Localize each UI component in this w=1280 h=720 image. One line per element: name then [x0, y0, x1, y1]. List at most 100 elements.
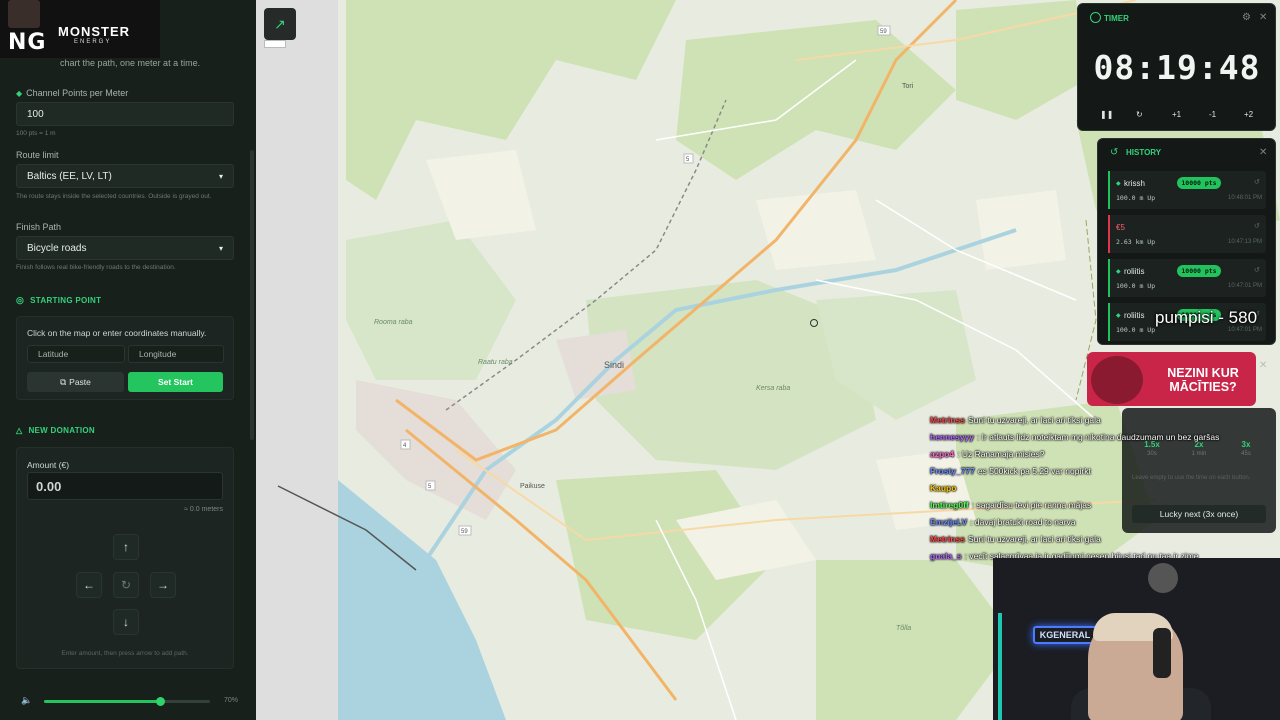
chat-username: Kaupo: [930, 483, 957, 493]
arrow-down-button[interactable]: ↓: [113, 609, 139, 635]
volume-percent: 70%: [224, 697, 239, 704]
multiplier-option[interactable]: 2x 1 min: [1179, 440, 1219, 457]
longitude-input[interactable]: Longitude: [128, 345, 224, 363]
new-donation-title: NEW DONATION: [28, 426, 96, 435]
starting-point-hint: Click on the map or enter coordinates ma…: [27, 328, 207, 338]
multiplier-options-panel: 1.5x 30s 2x 1 min 3x 45s Leave empty to …: [1122, 408, 1276, 533]
reset-button[interactable]: ↻: [113, 572, 139, 598]
finish-path-value: Bicycle roads: [27, 242, 87, 254]
headset-icon: [1153, 628, 1171, 678]
chat-message: Metrinss Suni tu uzvareji, ar laci ari ti…: [930, 415, 1101, 425]
plus-two-button[interactable]: +2: [1244, 110, 1253, 119]
reset-timer-button[interactable]: ↻: [1136, 110, 1143, 119]
history-row-bar: [1108, 215, 1110, 253]
undo-icon[interactable]: ↺: [1254, 222, 1260, 230]
history-row-sub: 100.0 m Up: [1116, 326, 1156, 334]
timer-widget: TIMER ⚙ ✕ 08:19:48 ❚❚ ↻ +1 -1 +2: [1077, 3, 1276, 131]
chat-username: Frosty_777: [930, 466, 975, 476]
undo-icon[interactable]: ↺: [1254, 178, 1260, 186]
minus-one-button[interactable]: -1: [1209, 110, 1216, 119]
chat-text: : davaj bratuki road to narva: [970, 517, 1076, 527]
amount-input[interactable]: 0.00: [27, 472, 223, 500]
history-row: ◆ roliitis 10000 pts ↺ 100.0 m Up 10:47:…: [1108, 259, 1266, 297]
refresh-icon: ↻: [120, 578, 132, 592]
chat-message: EmzijeLV: davaj bratuki road to narva: [930, 517, 1076, 527]
multiplier-time: 45s: [1241, 451, 1251, 457]
clock-icon: [1090, 12, 1101, 23]
history-title: HISTORY: [1126, 148, 1162, 157]
close-icon[interactable]: ✕: [1259, 360, 1267, 371]
history-row-time: 10:47:13 PM: [1228, 239, 1263, 245]
sponsor-logo: NG MONSTER ENERGY: [0, 0, 160, 58]
chat-text: Suni tu uzvareji, ar laci ari tiksi gala: [967, 534, 1101, 544]
paste-button[interactable]: ⧉ Paste: [27, 372, 124, 392]
location-pin-icon: ◎: [16, 295, 25, 305]
pause-button[interactable]: ❚❚: [1100, 110, 1113, 119]
chat-username: hennesyyy: [930, 432, 974, 442]
control-panel: NG MONSTER ENERGY chart the path, one me…: [0, 0, 256, 720]
route-limit-select[interactable]: Baltics (EE, LV, LT) ▾: [16, 164, 234, 188]
arrow-right-icon: →: [157, 578, 169, 592]
map-label-raatu-raba: Raatu raba: [478, 359, 513, 366]
close-icon[interactable]: ✕: [1259, 12, 1267, 23]
chart-toggle-button[interactable]: ↗: [264, 8, 296, 40]
chat-message: Kaupo: [930, 483, 959, 493]
channel-points-label: Channel Points per Meter: [26, 88, 129, 98]
timer-title: TIMER: [1104, 14, 1129, 23]
multiplier-option[interactable]: 1.5x 30s: [1132, 440, 1172, 457]
starting-point-card: Click on the map or enter coordinates ma…: [16, 316, 234, 400]
arrow-down-icon: ↓: [123, 615, 129, 629]
history-row-name: roliitis: [1124, 311, 1145, 320]
map-label-rooma-raba: Rooma raba: [374, 319, 413, 326]
undo-icon[interactable]: ↺: [1254, 266, 1260, 274]
volume-slider-fill: [44, 700, 161, 703]
volume-slider[interactable]: [44, 697, 210, 706]
volume-slider-knob[interactable]: [156, 697, 166, 706]
finish-path-select[interactable]: Bicycle roads ▾: [16, 236, 234, 260]
plus-one-button[interactable]: +1: [1172, 110, 1181, 119]
chat-username: EmzijeLV: [930, 517, 968, 527]
history-row-time: 10:48:01 PM: [1228, 195, 1263, 201]
history-row-bar: [1108, 303, 1110, 341]
refresh-icon: ↻: [1136, 110, 1143, 119]
history-row-bar: [1108, 259, 1110, 297]
ad-banner-text: NEZINI KUR MĀCĪTIES?: [1167, 366, 1239, 394]
map-label-tori: Tori: [902, 83, 914, 90]
starting-point-header: ◎ STARTING POINT: [16, 295, 101, 306]
multiplier-hint: Leave empty to use the time on each butt…: [1132, 475, 1251, 481]
arrow-left-button[interactable]: ←: [76, 572, 102, 598]
latitude-input[interactable]: Latitude: [27, 345, 125, 363]
close-icon[interactable]: ✕: [1259, 147, 1267, 158]
multiplier-time: 30s: [1147, 451, 1157, 457]
meters-readout: ≈ 0.0 meters: [184, 506, 223, 513]
chat-text: : Ir atlauts lidz noteiktam mg nikotina …: [976, 432, 1220, 442]
arrow-right-button[interactable]: →: [150, 572, 176, 598]
set-start-button[interactable]: Set Start: [128, 372, 223, 392]
history-row-sub: 100.0 m Up: [1116, 282, 1156, 290]
multiplier-option[interactable]: 3x 45s: [1226, 440, 1266, 457]
channel-points-label-row: ◆ Channel Points per Meter: [16, 88, 128, 98]
arrow-up-button[interactable]: ↑: [113, 534, 139, 560]
chat-text: : sagaidīsu tevi pie ranna mājas: [971, 500, 1092, 510]
amount-label: Amount (€): [27, 460, 70, 470]
clipboard-icon: ⧉: [60, 376, 67, 387]
chat-username: Metrinss: [930, 534, 965, 544]
arrow-hint: Enter amount, then press arrow to add pa…: [61, 650, 189, 657]
ad-banner[interactable]: NEZINI KUR MĀCĪTIES?: [1087, 352, 1256, 406]
chat-text: : Uz Ranamaja misies?: [957, 449, 1045, 459]
chat-username: azpo4: [930, 449, 955, 459]
gear-icon[interactable]: ⚙: [1242, 12, 1251, 23]
webcam-feed: KGENERAL: [993, 558, 1280, 720]
chevron-down-icon: ▾: [218, 243, 223, 253]
triangle-icon: △: [16, 426, 23, 435]
history-row: ◆ krissh 10000 pts ↺ 100.0 m Up 10:48:01…: [1108, 171, 1266, 209]
lucky-next-button[interactable]: Lucky next (3x once): [1132, 505, 1266, 523]
channel-points-input[interactable]: 100: [16, 102, 234, 126]
panel-scrollbar[interactable]: [250, 150, 254, 440]
viewer-points-overlay: pumpisi - 580: [1155, 308, 1258, 327]
map-control-stub[interactable]: [264, 40, 286, 48]
arrow-up-icon: ↑: [123, 540, 129, 554]
history-row-name: krissh: [1124, 179, 1145, 188]
monster-logo-sub: ENERGY: [74, 39, 112, 45]
finish-path-hint: Finish follows real bike-friendly roads …: [16, 264, 176, 271]
